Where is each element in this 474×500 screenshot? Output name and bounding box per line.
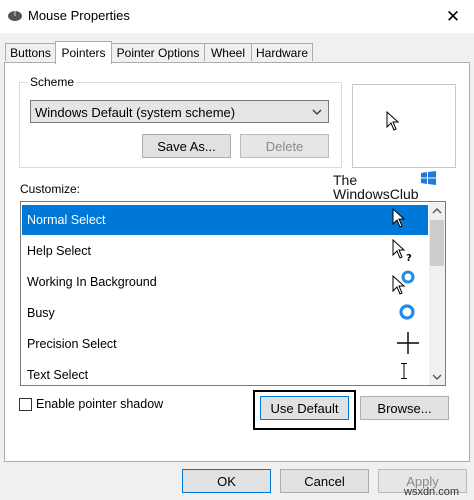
list-item-label: Help Select <box>27 244 91 258</box>
pointer-shadow-row: Enable pointer shadow <box>19 397 163 411</box>
scroll-down-icon[interactable] <box>429 369 445 385</box>
tab-pointers[interactable]: Pointers <box>55 41 112 64</box>
working-cursor-icon <box>392 270 418 299</box>
tab-buttons[interactable]: Buttons <box>5 43 56 61</box>
save-as-label: Save As... <box>157 138 216 154</box>
save-as-button[interactable]: Save As... <box>142 134 231 158</box>
cursor-preview <box>352 84 456 168</box>
arrow-cursor-icon <box>386 110 400 134</box>
scheme-dropdown[interactable]: Windows Default (system scheme) <box>30 100 329 123</box>
svg-text:?: ? <box>406 253 412 263</box>
list-item-help-select[interactable]: Help Select ? <box>22 236 428 266</box>
delete-button[interactable]: Delete <box>240 134 329 158</box>
tab-label: Hardware <box>255 45 309 60</box>
tab-label: Pointers <box>61 46 106 60</box>
mouse-icon <box>7 9 23 26</box>
cancel-button[interactable]: Cancel <box>280 469 369 493</box>
watermark: The WindowsClub <box>333 171 436 202</box>
browse-button[interactable]: Browse... <box>360 396 449 420</box>
list-item-busy[interactable]: Busy <box>22 298 428 328</box>
help-cursor-icon: ? <box>392 238 416 266</box>
list-item-working-in-background[interactable]: Working In Background <box>22 267 428 297</box>
title-bar: Mouse Properties ✕ <box>0 0 474 33</box>
use-default-button[interactable]: Use Default <box>260 396 349 420</box>
list-item-normal-select[interactable]: Normal Select <box>22 205 428 235</box>
tab-hardware[interactable]: Hardware <box>251 43 313 61</box>
scheme-label: Scheme <box>28 75 77 89</box>
close-icon: ✕ <box>445 6 461 26</box>
list-scrollbar[interactable] <box>429 203 445 385</box>
list-item-label: Busy <box>27 306 55 320</box>
tab-strip: Buttons Pointers Pointer Options Wheel H… <box>0 41 474 64</box>
cursor-list[interactable]: Normal Select Help Select ? Working In B… <box>20 201 446 386</box>
list-item-text-select[interactable]: Text Select <box>22 360 428 385</box>
close-button[interactable]: ✕ <box>432 0 474 33</box>
tab-label: Pointer Options <box>116 45 200 60</box>
scheme-selected-value: Windows Default (system scheme) <box>35 105 236 120</box>
cancel-label: Cancel <box>304 473 345 489</box>
site-watermark: wsxdn.com <box>404 486 460 498</box>
list-item-precision-select[interactable]: Precision Select <box>22 329 428 359</box>
use-default-label: Use Default <box>270 400 339 416</box>
watermark-line1: The <box>333 172 358 188</box>
list-item-label: Precision Select <box>27 337 117 351</box>
list-item-label: Working In Background <box>27 275 157 289</box>
busy-cursor-icon <box>398 303 416 324</box>
list-item-label: Text Select <box>27 368 89 382</box>
list-item-label: Normal Select <box>27 213 106 227</box>
pointer-shadow-label: Enable pointer shadow <box>36 397 164 411</box>
chevron-down-icon <box>312 106 322 120</box>
watermark-line2: WindowsClub <box>333 186 419 202</box>
browse-label: Browse... <box>377 400 432 416</box>
scroll-thumb[interactable] <box>430 220 444 266</box>
ok-label: OK <box>217 473 236 489</box>
scroll-up-icon[interactable] <box>429 203 445 219</box>
crosshair-cursor-icon <box>396 331 420 358</box>
customize-label: Customize: <box>20 182 81 196</box>
window-title: Mouse Properties <box>28 8 130 23</box>
windows-logo-icon <box>421 171 436 185</box>
delete-label: Delete <box>265 138 304 154</box>
text-beam-cursor-icon <box>399 362 409 383</box>
tab-label: Buttons <box>10 45 51 60</box>
arrow-cursor-icon <box>392 207 406 231</box>
tab-wheel[interactable]: Wheel <box>204 43 252 61</box>
pointer-shadow-checkbox[interactable] <box>19 397 32 411</box>
ok-button[interactable]: OK <box>182 469 271 493</box>
tab-pointer-options[interactable]: Pointer Options <box>111 43 205 61</box>
tab-label: Wheel <box>210 45 245 60</box>
